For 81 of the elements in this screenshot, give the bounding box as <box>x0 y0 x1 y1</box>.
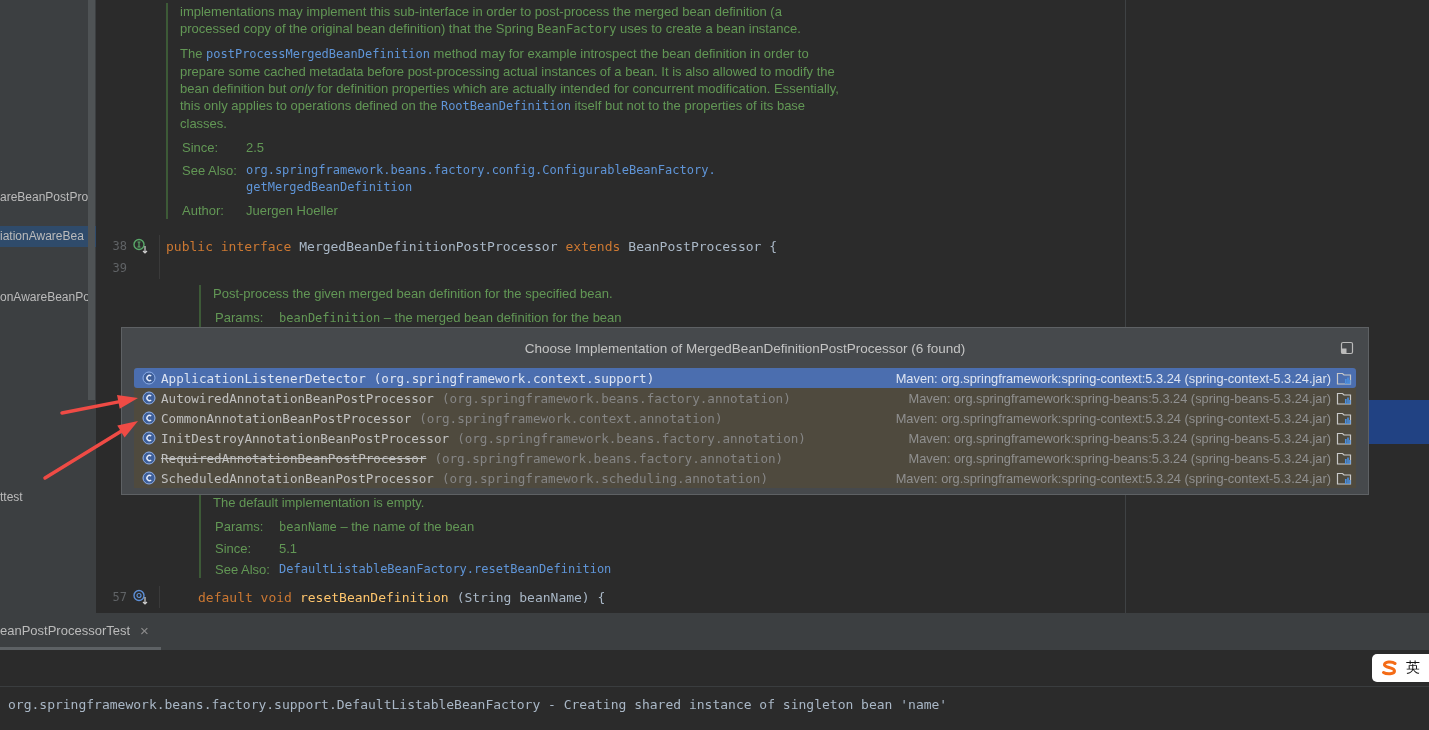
code-token: resetBeanDefinition <box>299 589 449 605</box>
implementation-item[interactable]: AutowiredAnnotationBeanPostProcessor (org.springframework.beans.factory.annotation) Maven: org.springframework:spring-beans:5.3.24 (spring-beans-5.3.24.jar) <box>134 388 1356 408</box>
line-number: 39 <box>111 261 127 275</box>
class-name: AutowiredAnnotationBeanPostProcessor <box>161 390 434 406</box>
class-icon <box>142 391 156 405</box>
field-label: Since: <box>215 540 253 557</box>
tree-item[interactable]: onAwareBeanPo <box>0 287 96 308</box>
class-name: InitDestroyAnnotationBeanPostProcessor <box>161 430 450 446</box>
class-icon <box>142 411 156 425</box>
implementation-item[interactable]: RequiredAnnotationBeanPostProcessor (org.springframework.beans.factory.annotation) Maven: org.springframework:spring-beans:5.3.24 (spring-beans-5.3.24.jar) <box>134 448 1356 468</box>
class-name: RequiredAnnotationBeanPostProcessor <box>161 450 427 466</box>
tree-item[interactable]: iationAwareBea <box>0 226 96 247</box>
code-token: extends <box>565 238 621 254</box>
field-label: Params: <box>215 518 265 536</box>
field-value: Juergen Hoeller <box>246 202 338 219</box>
library-folder-icon <box>1336 430 1352 446</box>
implementation-item[interactable]: ScheduledAnnotationBeanPostProcessor (org.springframework.scheduling.annotation) Maven: org.springframework:spring-context:5.3.24 (spring-context-5.3.24.jar) <box>134 468 1356 488</box>
library-source: Maven: org.springframework:spring-context:5.3.24 (spring-context-5.3.24.jar) <box>895 370 1331 386</box>
package-name: (org.springframework.beans.factory.annotation) <box>434 450 784 466</box>
code-link[interactable]: RootBeanDefinition <box>440 99 571 113</box>
library-folder-icon <box>1336 450 1352 466</box>
field-value: beanName – the name of the bean <box>279 518 475 536</box>
field-label: Params: <box>215 309 265 327</box>
field-value: beanDefinition – the merged bean definition for the bean <box>279 309 622 327</box>
implementation-item[interactable]: ApplicationListenerDetector (org.springframework.context.support) Maven: org.springframework:spring-context:5.3.24 (spring-context-5.3.24.jar) <box>134 368 1356 388</box>
package-name: (org.springframework.beans.factory.annotation) <box>457 430 806 446</box>
popup-title: Choose Implementation of MergedBeanDefinitionPostProcessor (6 found) <box>524 340 966 356</box>
doc-paragraph: The postProcessMergedBeanDefinition method may for example introspect the bean definition in order to prepare some cached metadata before post-processing actual instances of a bean. It is also allowed to modify the bean definition but only for definition properties which are actually intended for concurrent modification. Essentially, this only applies to operations defined on the RootBeanDefinition itself but not to the properties of its base classes. <box>180 45 840 132</box>
doc-paragraph: The default implementation is empty. <box>213 494 426 511</box>
library-source: Maven: org.springframework:spring-beans:5.3.24 (spring-beans-5.3.24.jar) <box>908 430 1331 446</box>
implemented-marker-icon[interactable] <box>133 238 149 254</box>
code-link[interactable]: org.springframework.beans.factory.config.ConfigurableBeanFactory. <box>246 162 716 179</box>
close-icon[interactable]: × <box>140 621 149 639</box>
field-label: Author: <box>182 202 225 219</box>
field-value: 5.1 <box>279 540 298 557</box>
code-token: default void <box>198 589 292 605</box>
field-label: See Also: <box>182 162 238 180</box>
ime-logo-icon <box>1380 660 1400 676</box>
run-tab[interactable]: eanPostProcessorTest × <box>0 613 161 650</box>
class-name: ScheduledAnnotationBeanPostProcessor <box>161 470 434 486</box>
line-number: 38 <box>111 239 127 253</box>
field-label: Since: <box>182 139 220 156</box>
library-source: Maven: org.springframework:spring-context:5.3.24 (spring-context-5.3.24.jar) <box>895 470 1331 486</box>
library-folder-icon <box>1336 470 1352 486</box>
class-name: CommonAnnotationBeanPostProcessor <box>161 410 412 426</box>
doc-paragraph: Post-process the given merged bean definition for the specified bean. <box>213 285 614 302</box>
implementation-item[interactable]: InitDestroyAnnotationBeanPostProcessor (org.springframework.beans.factory.annotation) Maven: org.springframework:spring-beans:5.3.24 (spring-beans-5.3.24.jar) <box>134 428 1356 448</box>
package-name: (org.springframework.scheduling.annotation) <box>441 470 768 486</box>
code-link[interactable]: DefaultListableBeanFactory.resetBeanDefinition <box>279 561 612 578</box>
field-label: See Also: <box>215 561 271 578</box>
tree-item[interactable]: ttest <box>0 487 96 508</box>
package-name: (org.springframework.context.annotation) <box>419 410 723 426</box>
field-value: 2.5 <box>246 139 265 156</box>
code-link[interactable]: postProcessMergedBeanDefinition <box>206 47 430 61</box>
code-token: (String beanName) { <box>456 589 606 605</box>
class-name: ApplicationListenerDetector <box>161 370 366 386</box>
package-name: (org.springframework.context.support) <box>373 370 655 386</box>
code-token: BeanPostProcessor { <box>628 238 778 254</box>
code-link[interactable]: getMergedBeanDefinition <box>246 179 716 196</box>
log-line: org.springframework.beans.factory.support.DefaultListableBeanFactory - Creating shared instance of singleton bean 'name' <box>8 697 949 712</box>
code-token: public interface <box>166 238 292 254</box>
library-folder-icon <box>1336 370 1352 386</box>
line-number: 57 <box>111 590 127 604</box>
doc-paragraph: implementations may implement this sub-interface in order to post-process the merged bean definition (a processed copy of the original bean definition) that the Spring BeanFactory uses to create a bean instance. <box>180 3 802 38</box>
library-source: Maven: org.springframework:spring-beans:5.3.24 (spring-beans-5.3.24.jar) <box>908 390 1331 406</box>
class-icon <box>142 371 156 385</box>
library-source: Maven: org.springframework:spring-beans:5.3.24 (spring-beans-5.3.24.jar) <box>908 450 1331 466</box>
library-source: Maven: org.springframework:spring-context:5.3.24 (spring-context-5.3.24.jar) <box>895 410 1331 426</box>
library-folder-icon <box>1336 390 1352 406</box>
overridden-marker-icon[interactable] <box>133 589 149 605</box>
window-icon[interactable] <box>1340 341 1354 355</box>
scrollbar-thumb[interactable] <box>88 0 95 400</box>
library-folder-icon <box>1336 410 1352 426</box>
tree-item[interactable]: areBeanPostPro <box>0 187 96 208</box>
code-token: MergedBeanDefinitionPostProcessor <box>299 238 558 254</box>
class-icon <box>142 451 156 465</box>
package-name: (org.springframework.beans.factory.annotation) <box>441 390 791 406</box>
input-method-widget[interactable]: 英 <box>1372 654 1429 682</box>
class-icon <box>142 471 156 485</box>
class-icon <box>142 431 156 445</box>
implementation-item[interactable]: CommonAnnotationBeanPostProcessor (org.springframework.context.annotation) Maven: org.springframework:spring-context:5.3.24 (spring-context-5.3.24.jar) <box>134 408 1356 428</box>
